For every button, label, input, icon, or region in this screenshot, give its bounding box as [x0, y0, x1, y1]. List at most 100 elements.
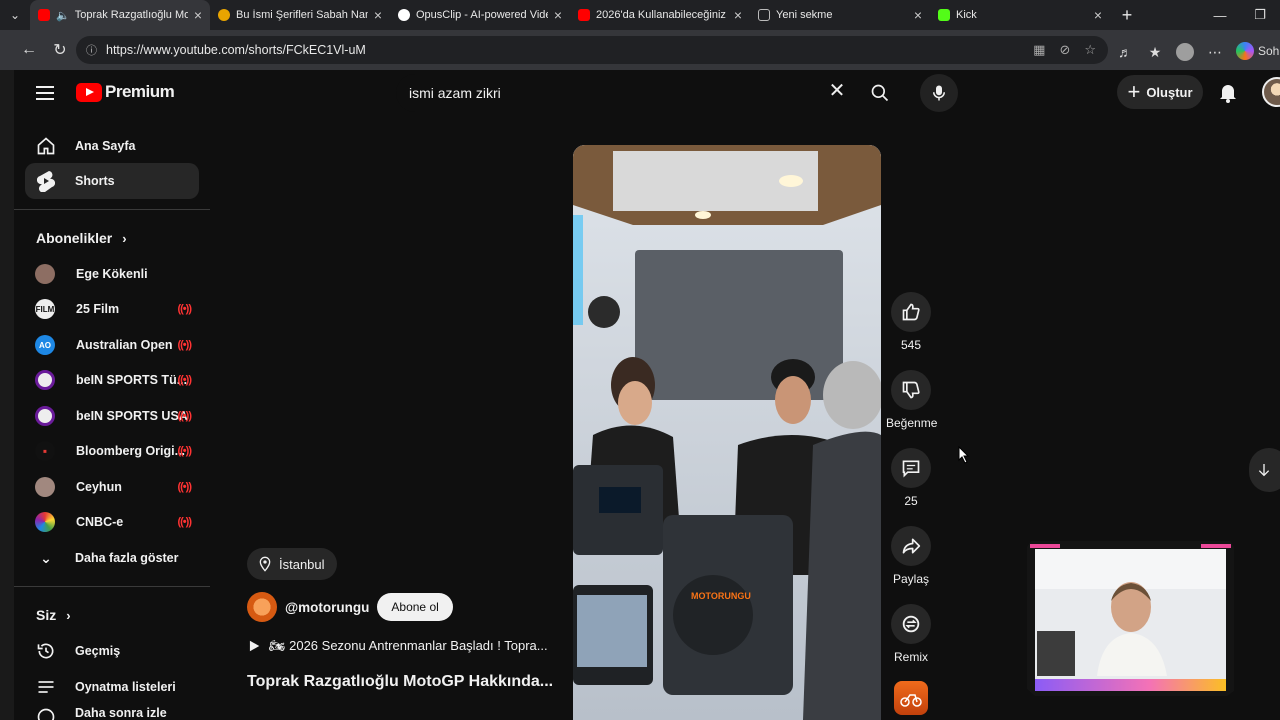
next-short-button[interactable] — [1249, 448, 1280, 492]
live-indicator-icon: ((•)) — [177, 339, 191, 351]
browser-tab-5[interactable]: Yeni sekme × — [750, 0, 930, 30]
browser-tab-1[interactable]: 🔈 Toprak Razgatlıoğlu MotoGP Hakkında × — [30, 0, 210, 30]
show-more-button[interactable]: ⌄ Daha fazla göster — [25, 540, 199, 576]
url-text: https://www.youtube.com/shorts/FCkEC1Vl-… — [106, 43, 366, 57]
sidebar-item-label: beIN SPORTS USA — [76, 409, 188, 423]
sidebar-item-label: CNBC-e — [76, 515, 124, 529]
logo-wordmark: Premium — [105, 82, 175, 101]
site-info-icon[interactable]: ⓘ — [86, 42, 100, 58]
guide-menu-icon[interactable] — [36, 81, 60, 105]
video-title[interactable]: Toprak Razgatlıoğlu MotoGP Hakkında... — [247, 673, 559, 691]
video-frame-image: MOTORUNGU — [573, 145, 881, 720]
sidebar-item-history[interactable]: Geçmiş — [25, 633, 199, 669]
sidebar-item-label: 25 Film — [76, 302, 120, 316]
more-menu-icon[interactable]: ⋯ — [1203, 40, 1227, 64]
tracking-prevention-icon[interactable]: ⊘ — [1059, 42, 1070, 58]
tab-close-icon[interactable]: × — [914, 7, 922, 23]
create-button[interactable]: + Oluştur — [1117, 75, 1203, 109]
sound-row[interactable]: 🏍 2026 Sezonu Antrenmanlar Başladı ! Top… — [247, 638, 559, 654]
browser-tab-4[interactable]: 2026'da Kullanabileceğiniz En × — [570, 0, 750, 30]
sidebar-item-label: Ege Kökenli — [76, 267, 148, 281]
tab-label: Toprak Razgatlıoğlu MotoGP Hakkında — [74, 9, 188, 21]
tab-close-icon[interactable]: × — [194, 7, 202, 23]
location-pin-icon — [259, 556, 271, 572]
app-available-icon[interactable]: ▦ — [1033, 42, 1045, 58]
channel-avatar — [35, 370, 55, 390]
you-heading[interactable]: Siz › — [36, 607, 71, 623]
remix-label: Remix — [893, 650, 928, 664]
like-button[interactable]: 545 — [886, 292, 936, 352]
microphone-icon — [933, 85, 945, 101]
share-label: Paylaş — [892, 572, 930, 586]
remix-button[interactable]: Remix — [886, 604, 936, 664]
tab-close-icon[interactable]: × — [734, 7, 742, 23]
tab-list-chevron-icon[interactable]: ⌄ — [0, 0, 30, 30]
browser-tab-6[interactable]: Kick × — [930, 0, 1110, 30]
reload-icon[interactable]: ↻ — [45, 35, 75, 65]
channel-avatar — [35, 477, 55, 497]
dislike-button[interactable]: Beğenme — [886, 370, 937, 430]
account-avatar[interactable] — [1262, 77, 1280, 107]
browser-tab-2[interactable]: Bu İsmi Şerifleri Sabah Namazı × — [210, 0, 390, 30]
play-icon — [249, 640, 260, 652]
comments-button[interactable]: 25 — [886, 448, 936, 508]
opusclip-favicon-icon — [398, 9, 410, 21]
sidebar-item-home[interactable]: Ana Sayfa — [25, 128, 199, 164]
new-tab-plus-icon[interactable]: + — [1110, 0, 1144, 30]
mouse-cursor-icon — [958, 446, 970, 464]
browser-essentials-icon[interactable]: ♬ — [1113, 40, 1137, 64]
tab-label: Bu İsmi Şerifleri Sabah Namazı — [236, 9, 368, 21]
speaker-icon[interactable]: 🔈 — [56, 9, 70, 22]
tab-close-icon[interactable]: × — [1094, 7, 1102, 23]
sidebar-item-playlists[interactable]: Oynatma listeleri — [25, 669, 199, 705]
search-input[interactable]: ismi azam zikri — [396, 74, 858, 112]
youtube-play-logo-icon — [76, 82, 102, 102]
favorite-star-icon[interactable]: ☆ — [1084, 42, 1096, 58]
youtube-premium-logo[interactable]: Premium — [76, 82, 175, 102]
sidebar-item-subscription[interactable]: beIN SPORTS Tü... ((•)) — [25, 362, 199, 398]
favorites-icon[interactable]: ★ — [1143, 40, 1167, 64]
browser-tab-3[interactable]: OpusClip - AI-powered Video × — [390, 0, 570, 30]
sidebar-item-subscription[interactable]: Ege Kökenli — [25, 256, 199, 292]
sidebar-item-subscription[interactable]: FILM 25 Film ((•)) — [25, 291, 199, 327]
minimize-icon[interactable]: — — [1200, 0, 1240, 30]
channel-avatar[interactable] — [247, 592, 277, 622]
you-heading-label: Siz — [36, 607, 57, 623]
share-button[interactable]: Paylaş — [886, 526, 936, 586]
sidebar-item-subscription[interactable]: AO Australian Open ((•)) — [25, 327, 199, 363]
history-icon — [35, 640, 57, 662]
notifications-bell-icon[interactable] — [1216, 80, 1240, 104]
tab-close-icon[interactable]: × — [554, 7, 562, 23]
clear-search-icon[interactable]: ✕ — [826, 80, 848, 102]
sidebar-item-subscription[interactable]: beIN SPORTS USA ((•)) — [25, 398, 199, 434]
subscribe-button[interactable]: Abone ol — [377, 593, 453, 621]
voice-search-button[interactable] — [920, 74, 958, 112]
copilot-icon — [1236, 42, 1254, 60]
video-watermark: MOTORUNGU — [691, 591, 751, 601]
shorts-video-player[interactable]: MOTORUNGU — [573, 145, 881, 720]
sidebar-item-shorts[interactable]: Shorts — [25, 163, 199, 199]
sidebar-item-label: Ana Sayfa — [75, 139, 136, 153]
sidebar-item-watch-later[interactable]: Daha sonra izle — [25, 704, 199, 720]
search-button[interactable] — [862, 74, 898, 112]
subscriptions-heading[interactable]: Abonelikler › — [36, 230, 127, 246]
copilot-button[interactable]: Soh — [1236, 38, 1280, 64]
channel-name[interactable]: @motorungu — [285, 600, 369, 615]
create-label: Oluştur — [1146, 84, 1193, 100]
sidebar-item-subscription[interactable]: Ceyhun ((•)) — [25, 469, 199, 505]
sidebar-item-subscription[interactable]: ▪ Bloomberg Origi... ((•)) — [25, 433, 199, 469]
restore-icon[interactable]: ❐ — [1240, 0, 1280, 30]
thumbs-up-icon — [902, 303, 920, 321]
tab-close-icon[interactable]: × — [374, 7, 382, 23]
back-arrow-icon[interactable]: ← — [14, 35, 44, 65]
location-chip[interactable]: İstanbul — [247, 548, 337, 580]
live-indicator-icon: ((•)) — [177, 445, 191, 457]
comment-icon — [902, 460, 920, 478]
plus-icon: + — [1127, 79, 1141, 104]
sidebar-item-subscription[interactable]: CNBC-e ((•)) — [25, 504, 199, 540]
sound-thumbnail[interactable] — [894, 681, 928, 715]
profile-icon[interactable] — [1173, 40, 1197, 64]
remix-icon — [902, 615, 920, 633]
channel-avatar: AO — [35, 335, 55, 355]
address-bar[interactable]: ⓘ https://www.youtube.com/shorts/FCkEC1V… — [76, 36, 1108, 64]
